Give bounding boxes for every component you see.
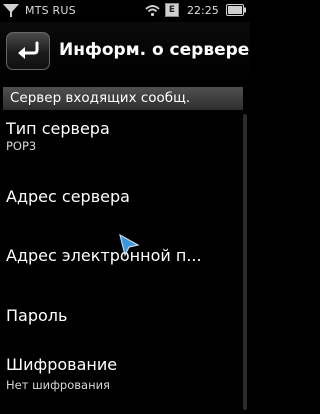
title-bar: Информ. о сервере: [0, 22, 250, 84]
server-address-item[interactable]: Адрес сервера: [3, 184, 235, 212]
status-bar: MTS RUS E 22:25: [0, 0, 250, 22]
battery-icon: [226, 4, 246, 16]
wifi-icon: [145, 5, 160, 17]
pointer-cursor-icon: [119, 233, 140, 257]
password-item[interactable]: Пароль: [3, 300, 235, 328]
signal-icon: [3, 4, 19, 17]
back-button[interactable]: [6, 32, 50, 70]
server-type-label: Тип сервера: [6, 119, 110, 138]
encryption-value: Нет шифрования: [6, 378, 110, 392]
section-header: Сервер входящих сообщ.: [3, 87, 243, 110]
server-type-item[interactable]: Тип сервера POP3: [3, 117, 235, 157]
server-address-label: Адрес сервера: [6, 187, 130, 206]
scrollbar-thumb[interactable]: [243, 114, 247, 410]
carrier-name: MTS RUS: [25, 4, 76, 17]
password-label: Пароль: [6, 306, 68, 325]
email-notification-icon: E: [165, 3, 179, 17]
back-arrow-icon: [18, 41, 39, 59]
encryption-item[interactable]: Шифрование Нет шифрования: [3, 352, 235, 396]
scrollbar[interactable]: [242, 110, 248, 412]
server-type-value: POP3: [6, 139, 37, 153]
encryption-label: Шифрование: [6, 355, 118, 374]
page-title: Информ. о сервере: [59, 40, 250, 60]
clock: 22:25: [187, 4, 219, 17]
